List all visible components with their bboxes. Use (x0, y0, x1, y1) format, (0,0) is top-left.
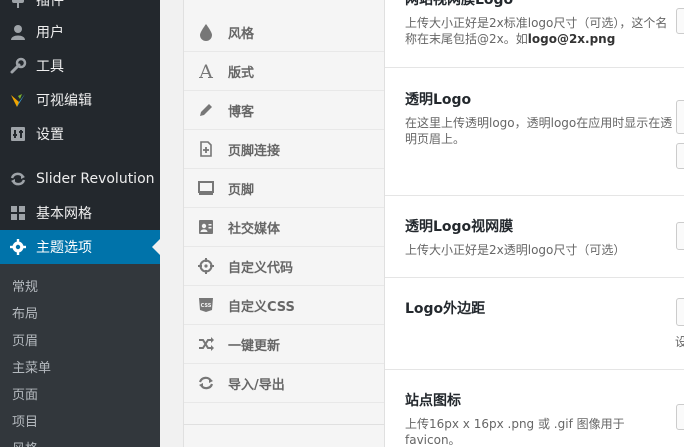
admin-sidebar: 插件 用户 工具 可视编辑 设置 Slider Revolution 基本网格 … (0, 0, 160, 447)
field-title: 透明Logo (405, 92, 472, 108)
menu-item-users[interactable]: 用户 (0, 15, 160, 49)
menu-item-label: Slider Revolution (36, 171, 155, 187)
tab-label: 博客 (228, 104, 255, 120)
submenu-item-general[interactable]: 常规 (12, 276, 38, 295)
field-title: 网站视网膜Logo (405, 0, 514, 8)
visual-composer-icon (0, 83, 36, 117)
menu-item-label: 基本网格 (36, 206, 92, 222)
upload-button[interactable] (676, 222, 684, 250)
settings-icon (0, 117, 36, 151)
divider (385, 67, 684, 68)
menu-item-label: 可视编辑 (36, 93, 92, 109)
tab-typography[interactable]: A 版式 (184, 52, 384, 91)
tab-label: 自定义代码 (228, 260, 294, 276)
field-site-icon: 站点图标 上传16px x 16px .png 或 .gif 图像用于favic… (405, 390, 675, 447)
tab-label: 社交媒体 (228, 221, 281, 237)
add-page-icon (184, 140, 228, 158)
field-description: 上传大小正好是2x标准logo尺寸（可选），这个名称在末尾包括@2x。如logo… (405, 15, 675, 47)
tab-label: 一键更新 (228, 338, 281, 354)
tab-label: 风格 (228, 26, 255, 42)
tab-custom-code[interactable]: 自定义代码 (184, 247, 384, 286)
menu-item-essential-grid[interactable]: 基本网格 (0, 196, 160, 230)
upload-button[interactable] (676, 143, 684, 169)
svg-text:A: A (198, 62, 213, 80)
pencil-icon (184, 101, 228, 119)
drop-icon (184, 23, 228, 41)
field-title: 站点图标 (405, 393, 461, 409)
svg-text:CSS: CSS (201, 303, 212, 309)
css-icon: CSS (184, 296, 228, 314)
submenu-item-page[interactable]: 页面 (12, 384, 38, 403)
divider (385, 369, 684, 370)
tab-label: 页脚连接 (228, 143, 281, 159)
tab-import-export[interactable]: 导入/导出 (184, 364, 384, 403)
field-retina-logo: 网站视网膜Logo 上传大小正好是2x标准logo尺寸（可选），这个名称在末尾包… (405, 0, 675, 47)
contact-card-icon (184, 218, 228, 236)
tab-blog[interactable]: 博客 (184, 91, 384, 130)
field-description: 在这里上传透明logo，透明logo在应用时显示在透明页眉上。 (405, 116, 673, 146)
field-description-example: logo@2x.png (527, 32, 616, 46)
tab-label: 导入/导出 (228, 377, 285, 393)
field-description: 上传16px x 16px .png 或 .gif 图像用于favicon。 (405, 417, 625, 447)
crosshair-icon (184, 257, 228, 275)
wrench-icon (0, 49, 36, 83)
tab-one-click-update[interactable]: 一键更新 (184, 325, 384, 364)
tab-label: 版式 (228, 65, 255, 81)
upload-button[interactable] (676, 404, 684, 430)
active-arrow (152, 239, 160, 255)
menu-item-theme-options[interactable]: 主题选项 (0, 230, 160, 264)
submenu-item-portfolio[interactable]: 项目 (12, 411, 38, 430)
divider (385, 277, 684, 278)
upload-button[interactable] (676, 8, 684, 34)
submenu-item-header[interactable]: 页眉 (12, 330, 38, 349)
user-icon (0, 15, 36, 49)
tab-label: 自定义CSS (228, 299, 295, 315)
menu-item-visual-composer[interactable]: 可视编辑 (0, 83, 160, 117)
theme-options-submenu: 常规 布局 页眉 主菜单 页面 项目 风格 (0, 264, 160, 447)
tab-social-media[interactable]: 社交媒体 (184, 208, 384, 247)
submenu-item-layout[interactable]: 布局 (12, 303, 38, 322)
menu-item-tools[interactable]: 工具 (0, 49, 160, 83)
field-description: 上传大小正好是2x透明logo尺寸（可选） (405, 243, 626, 257)
menu-item-settings[interactable]: 设置 (0, 117, 160, 151)
margin-input[interactable] (676, 298, 684, 326)
field-title: 透明Logo视网膜 (405, 219, 514, 235)
tab-label: 页脚 (228, 182, 255, 198)
menu-item-label: 用户 (36, 25, 64, 41)
typography-icon: A (184, 62, 228, 80)
grid-icon (0, 196, 36, 230)
tab-footer-links[interactable]: 页脚连接 (184, 130, 384, 169)
field-logo-margin: Logo外边距 (405, 298, 675, 318)
field-title: Logo外边距 (405, 301, 486, 317)
menu-item-label: 设置 (36, 127, 64, 143)
options-tabs: 风格 A 版式 博客 页脚连接 页脚 社交媒体 自定义代码 CSS 自定义CSS… (183, 0, 385, 447)
divider (385, 195, 684, 196)
tab-custom-css[interactable]: CSS 自定义CSS (184, 286, 384, 325)
monitor-icon (184, 179, 228, 197)
shuffle-icon (184, 335, 228, 353)
menu-item-label: 主题选项 (36, 240, 92, 256)
tab-style[interactable]: 风格 (184, 13, 384, 52)
settings-panel: 网站视网膜Logo 上传大小正好是2x标准logo尺寸（可选），这个名称在末尾包… (385, 0, 684, 447)
gear-icon (0, 230, 36, 264)
logo-preview (676, 100, 684, 134)
tab-footer[interactable]: 页脚 (184, 169, 384, 208)
submenu-item-main-menu[interactable]: 主菜单 (12, 357, 51, 376)
menu-item-label: 插件 (36, 0, 64, 9)
menu-item-label: 工具 (36, 59, 64, 75)
divider (184, 424, 384, 425)
field-note: 设 (675, 335, 684, 349)
field-transparent-logo: 透明Logo 在这里上传透明logo，透明logo在应用时显示在透明页眉上。 (405, 89, 675, 147)
menu-item-slider-revolution[interactable]: Slider Revolution (0, 162, 160, 196)
refresh-icon (184, 374, 228, 392)
refresh-icon (0, 162, 36, 196)
field-transparent-retina-logo: 透明Logo视网膜 上传大小正好是2x透明logo尺寸（可选） (405, 216, 675, 258)
submenu-item-style[interactable]: 风格 (12, 438, 38, 447)
